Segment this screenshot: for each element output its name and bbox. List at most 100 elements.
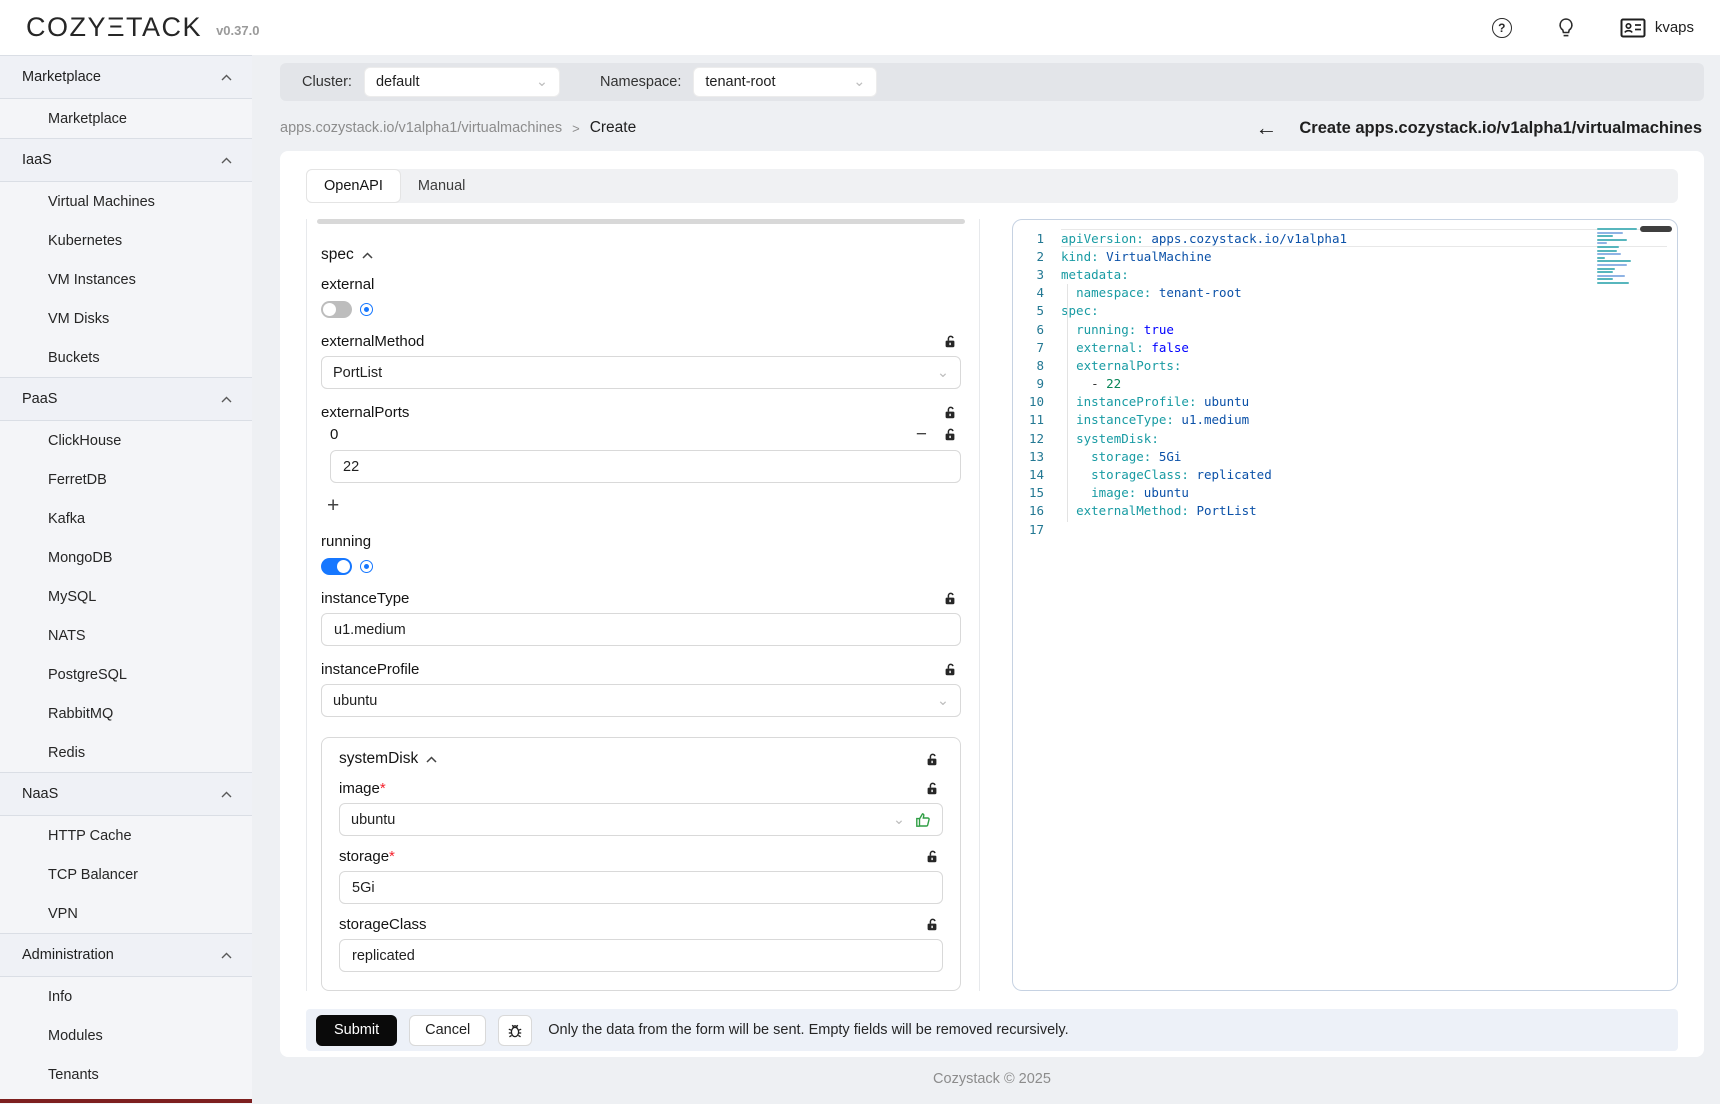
namespace-select[interactable]: tenant-root ⌄ [693, 67, 877, 97]
unlock-icon[interactable] [943, 662, 957, 677]
sidebar-item-marketplace[interactable]: Marketplace [0, 99, 252, 138]
code-line: 2kind: VirtualMachine [1013, 247, 1677, 265]
externalPorts-item-0: 0 − [330, 425, 961, 483]
sidebar-item-virtual-machines[interactable]: Virtual Machines [0, 182, 252, 221]
sidebar-item-http-cache[interactable]: HTTP Cache [0, 816, 252, 855]
sidebar-item-rabbitmq[interactable]: RabbitMQ [0, 694, 252, 733]
sidebar-section-paas[interactable]: PaaS [0, 377, 252, 421]
tab-openapi[interactable]: OpenAPI [306, 169, 401, 203]
sidebar-item-tenants[interactable]: Tenants [0, 1055, 252, 1094]
chevron-down-icon: ⌄ [536, 74, 548, 90]
required-marker: * [389, 848, 395, 865]
sidebar-item-vm-instances[interactable]: VM Instances [0, 260, 252, 299]
form-hint: Only the data from the form will be sent… [548, 1022, 1068, 1038]
breadcrumb-path[interactable]: apps.cozystack.io/v1alpha1/virtualmachin… [280, 120, 562, 136]
unlock-icon[interactable] [925, 917, 939, 932]
cancel-button[interactable]: Cancel [409, 1015, 486, 1046]
unlock-icon[interactable] [943, 591, 957, 606]
app-logo[interactable]: COZYΞTACK [26, 12, 202, 43]
line-number: 6 [1013, 322, 1061, 337]
image-select[interactable]: ubuntu ⌄ [339, 803, 943, 836]
line-number: 9 [1013, 376, 1061, 391]
editor-minimap[interactable] [1597, 228, 1653, 284]
back-arrow-icon[interactable]: ← [1255, 117, 1277, 139]
sidebar-item-mysql[interactable]: MySQL [0, 577, 252, 616]
form-scrollbar[interactable] [317, 219, 965, 224]
line-number: 11 [1013, 412, 1061, 427]
yaml-editor[interactable]: 1apiVersion: apps.cozystack.io/v1alpha12… [1012, 219, 1678, 991]
unlock-icon[interactable] [943, 334, 957, 349]
username: kvaps [1655, 19, 1694, 36]
sidebar-section-marketplace[interactable]: Marketplace [0, 55, 252, 99]
unlock-icon[interactable] [925, 849, 939, 864]
submit-button[interactable]: Submit [316, 1015, 397, 1046]
code-line: 15 image: ubuntu [1013, 484, 1677, 502]
sidebar-item-postgresql[interactable]: PostgreSQL [0, 655, 252, 694]
instanceType-input[interactable] [321, 613, 961, 646]
sidebar-item-mongodb[interactable]: MongoDB [0, 538, 252, 577]
systemDisk-card: systemDisk image* ubuntu ⌄ [321, 737, 961, 991]
sidebar-item-tcp-balancer[interactable]: TCP Balancer [0, 855, 252, 894]
sidebar-item-kubernetes[interactable]: Kubernetes [0, 221, 252, 260]
add-item-button[interactable]: + [327, 495, 339, 516]
unlock-icon[interactable] [925, 781, 939, 796]
debug-button[interactable] [498, 1015, 532, 1046]
externalPorts-item-input[interactable] [330, 450, 961, 483]
storageClass-label: storageClass [339, 916, 427, 933]
sidebar-section-label: NaaS [22, 786, 58, 802]
chevron-down-icon: ⌄ [937, 365, 949, 381]
line-number: 1 [1013, 231, 1061, 246]
code-line: 10 instanceProfile: ubuntu [1013, 393, 1677, 411]
chevron-up-icon [221, 952, 232, 959]
lightbulb-icon[interactable] [1556, 17, 1576, 39]
cluster-select[interactable]: default ⌄ [364, 67, 560, 97]
sidebar-item-nats[interactable]: NATS [0, 616, 252, 655]
unlock-icon[interactable] [943, 427, 957, 442]
external-toggle[interactable] [321, 301, 352, 318]
instanceProfile-label: instanceProfile [321, 661, 419, 678]
instanceProfile-value: ubuntu [333, 693, 377, 709]
systemDisk-section-toggle[interactable]: systemDisk [339, 750, 437, 768]
sidebar-item-buckets[interactable]: Buckets [0, 338, 252, 377]
help-icon[interactable]: ? [1492, 18, 1512, 38]
storage-input[interactable] [339, 871, 943, 904]
sidebar-section-naas[interactable]: NaaS [0, 772, 252, 816]
tab-manual[interactable]: Manual [401, 169, 483, 203]
sidebar-item-ferretdb[interactable]: FerretDB [0, 460, 252, 499]
image-label: image [339, 780, 380, 797]
spec-label: spec [321, 246, 354, 264]
sidebar-section-iaas[interactable]: IaaS [0, 138, 252, 182]
line-number: 4 [1013, 285, 1061, 300]
spec-section-toggle[interactable]: spec [321, 246, 961, 264]
openapi-form: spec external externalMethod PortList ⌄ [306, 219, 980, 991]
storageClass-input[interactable] [339, 939, 943, 972]
breadcrumb-current: Create [590, 119, 637, 137]
form-tabs: OpenAPI Manual [306, 169, 1678, 203]
unlock-icon[interactable] [925, 752, 939, 767]
cluster-label: Cluster: [302, 74, 352, 90]
external-label: external [321, 276, 374, 293]
chevron-up-icon [221, 396, 232, 403]
instanceProfile-select[interactable]: ubuntu ⌄ [321, 684, 961, 717]
sidebar-item-info[interactable]: Info [0, 977, 252, 1016]
line-number: 16 [1013, 503, 1061, 518]
code-line: 9 - 22 [1013, 375, 1677, 393]
sidebar-item-redis[interactable]: Redis [0, 733, 252, 772]
create-form-card: OpenAPI Manual spec external ex [280, 151, 1704, 1057]
sidebar-section-administration[interactable]: Administration [0, 933, 252, 977]
thumbs-up-icon[interactable] [915, 812, 931, 828]
action-bar: Submit Cancel Only the data from the for… [306, 1009, 1678, 1051]
running-toggle[interactable] [321, 558, 352, 575]
externalMethod-select[interactable]: PortList ⌄ [321, 356, 961, 389]
sidebar-item-clickhouse[interactable]: ClickHouse [0, 421, 252, 460]
sidebar-item-vpn[interactable]: VPN [0, 894, 252, 933]
editor-scrollbar-thumb[interactable] [1640, 226, 1672, 232]
sidebar-item-vm-disks[interactable]: VM Disks [0, 299, 252, 338]
sidebar-item-modules[interactable]: Modules [0, 1016, 252, 1055]
user-menu[interactable]: kvaps [1620, 18, 1694, 38]
sidebar-item-kafka[interactable]: Kafka [0, 499, 252, 538]
remove-item-button[interactable]: − [916, 425, 927, 444]
required-marker: * [380, 780, 386, 797]
unlock-icon[interactable] [943, 405, 957, 420]
indent-guide [1067, 284, 1068, 522]
